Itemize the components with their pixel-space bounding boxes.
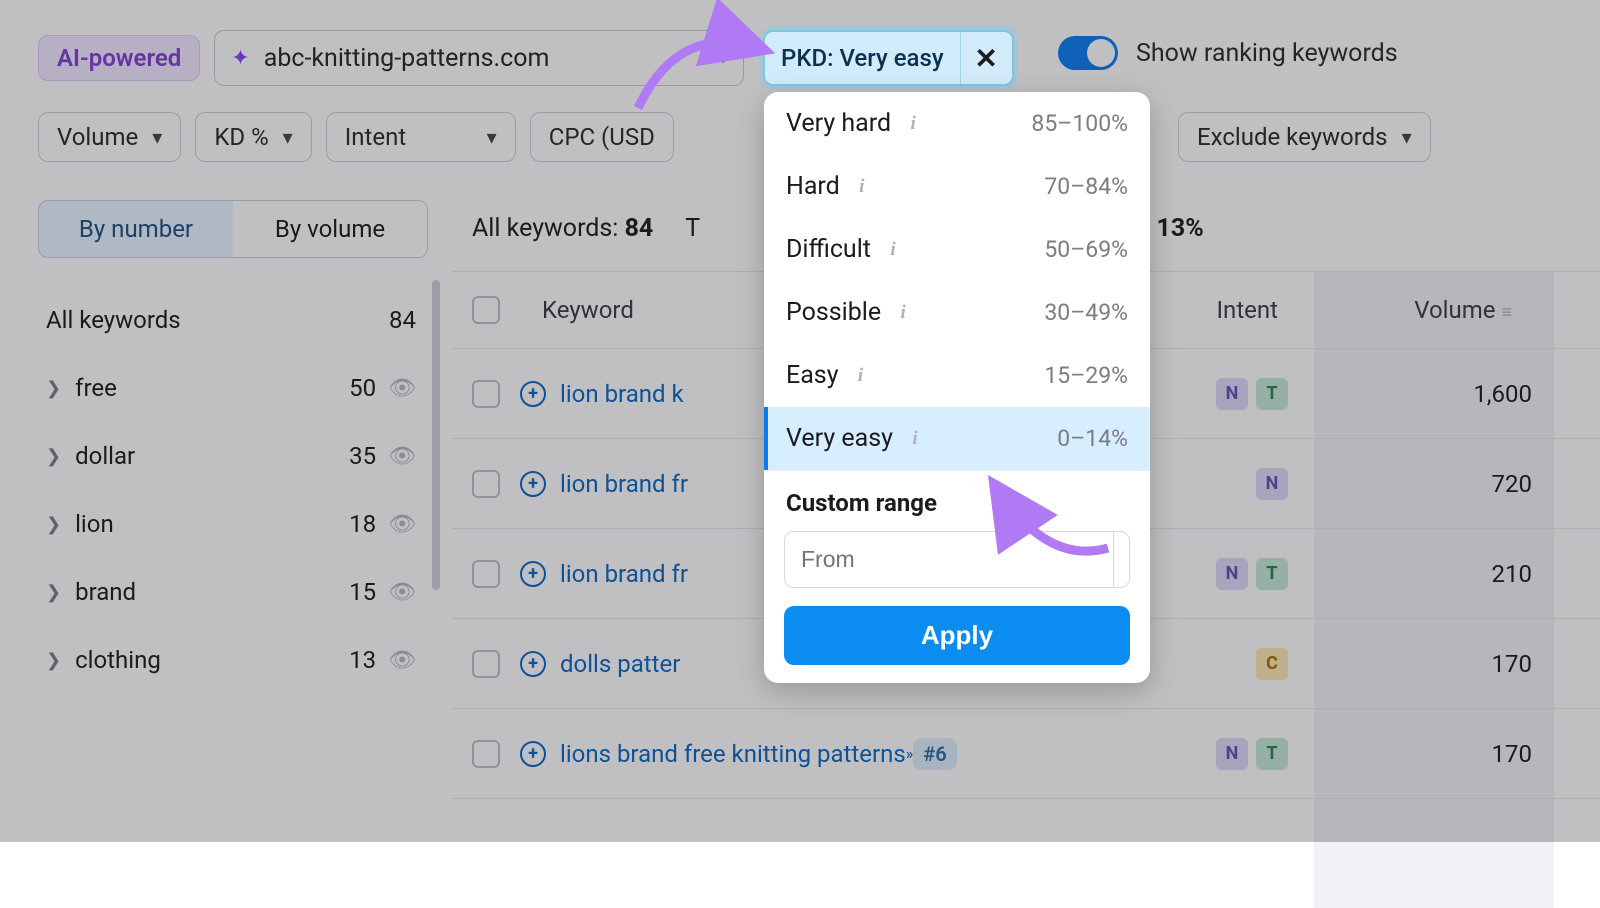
intent-badge: T xyxy=(1256,558,1288,590)
chevron-right-icon: ❯ xyxy=(46,446,61,467)
add-keyword-icon[interactable]: + xyxy=(520,561,546,587)
eye-icon[interactable]: 👁 xyxy=(388,512,416,537)
row-checkbox[interactable] xyxy=(472,560,500,588)
volume-value: 720 xyxy=(1492,470,1532,498)
sidebar-item[interactable]: ❯free50👁 xyxy=(38,354,428,422)
chevron-down-icon: ▾ xyxy=(283,125,293,149)
info-icon[interactable]: i xyxy=(893,303,913,323)
eye-icon[interactable]: 👁 xyxy=(388,444,416,469)
custom-range-label: Custom range xyxy=(764,470,1150,531)
intent-badge: C xyxy=(1256,648,1288,680)
segment-by-volume[interactable]: By volume xyxy=(233,201,427,257)
col-keyword[interactable]: Keyword xyxy=(542,296,634,324)
sidebar-item[interactable]: ❯clothing13👁 xyxy=(38,626,428,694)
filter-cpc[interactable]: CPC (USD xyxy=(530,112,674,162)
sidebar-item[interactable]: ❯dollar35👁 xyxy=(38,422,428,490)
add-keyword-icon[interactable]: + xyxy=(520,651,546,677)
pkd-option[interactable]: Very hardi85–100% xyxy=(764,92,1150,155)
filter-kd[interactable]: KD %▾ xyxy=(195,112,311,162)
info-icon[interactable]: i xyxy=(905,429,925,449)
volume-value: 210 xyxy=(1492,560,1532,588)
info-icon[interactable]: i xyxy=(883,240,903,260)
intent-badge: T xyxy=(1256,378,1288,410)
search-value: abc-knitting-patterns.com xyxy=(264,44,695,73)
pkd-option[interactable]: Easyi15–29% xyxy=(764,344,1150,407)
rank-chip: #6 xyxy=(913,738,956,770)
chevron-down-icon: ▾ xyxy=(1402,125,1412,149)
add-keyword-icon[interactable]: + xyxy=(520,471,546,497)
chevron-right-icon: ❯ xyxy=(46,378,61,399)
volume-value: 1,600 xyxy=(1473,380,1532,408)
add-keyword-icon[interactable]: + xyxy=(520,381,546,407)
select-all-checkbox[interactable] xyxy=(472,296,500,324)
col-intent[interactable]: Intent xyxy=(1217,296,1278,324)
row-checkbox[interactable] xyxy=(472,740,500,768)
clear-search-icon[interactable]: ✕ xyxy=(709,46,727,71)
ai-powered-badge: AI-powered xyxy=(38,35,200,81)
filter-exclude-keywords[interactable]: Exclude keywords▾ xyxy=(1178,112,1431,162)
apply-button[interactable]: Apply xyxy=(784,606,1130,665)
pkd-option[interactable]: Hardi70–84% xyxy=(764,155,1150,218)
intent-badge: N xyxy=(1256,468,1288,500)
table-row: + lions brand free knitting patterns » #… xyxy=(452,709,1600,799)
intent-badge: N xyxy=(1216,558,1248,590)
segment-by-number[interactable]: By number xyxy=(38,200,234,258)
sidebar: By number By volume All keywords 84 ❯fre… xyxy=(38,200,428,694)
row-checkbox[interactable] xyxy=(472,470,500,498)
filter-volume[interactable]: Volume▾ xyxy=(38,112,181,162)
row-checkbox[interactable] xyxy=(472,380,500,408)
volume-value: 170 xyxy=(1492,740,1532,768)
pkd-filter-chip[interactable]: PKD: Very easy ✕ xyxy=(763,30,1014,86)
intent-badge: N xyxy=(1216,378,1248,410)
chevron-down-icon: ▾ xyxy=(152,125,162,149)
scrollbar[interactable] xyxy=(432,280,440,590)
keyword-link[interactable]: lion brand fr xyxy=(560,470,688,498)
sparkle-icon: ✦ xyxy=(231,46,249,71)
chevron-right-icon: ❯ xyxy=(46,582,61,603)
pkd-option[interactable]: Difficulti50–69% xyxy=(764,218,1150,281)
info-icon[interactable]: i xyxy=(903,114,923,134)
domain-search-input[interactable]: ✦ abc-knitting-patterns.com ✕ xyxy=(214,30,744,86)
pkd-dropdown: Very hardi85–100%Hardi70–84%Difficulti50… xyxy=(764,92,1150,683)
intent-badge: N xyxy=(1216,738,1248,770)
col-volume[interactable]: Volume≡ xyxy=(1414,296,1512,324)
toggle-label: Show ranking keywords xyxy=(1136,39,1398,68)
info-icon[interactable]: i xyxy=(852,177,872,197)
sidebar-item[interactable]: ❯lion18👁 xyxy=(38,490,428,558)
sidebar-all-keywords[interactable]: All keywords 84 xyxy=(38,286,428,354)
chevron-down-icon: ▾ xyxy=(487,125,497,149)
show-ranking-toggle[interactable] xyxy=(1058,36,1118,70)
add-keyword-icon[interactable]: + xyxy=(520,741,546,767)
keyword-link[interactable]: dolls patter xyxy=(560,650,680,678)
intent-badge: T xyxy=(1256,738,1288,770)
sort-icon[interactable]: ≡ xyxy=(1501,302,1512,323)
info-icon[interactable]: i xyxy=(851,366,871,386)
keyword-link[interactable]: lion brand k xyxy=(560,380,684,408)
pkd-option[interactable]: Very easyi0–14% xyxy=(764,407,1150,470)
close-icon[interactable]: ✕ xyxy=(960,32,1012,84)
keyword-link[interactable]: lions brand free knitting patterns xyxy=(560,740,906,768)
chevron-right-icon: ❯ xyxy=(46,650,61,671)
eye-icon[interactable]: 👁 xyxy=(388,648,416,673)
row-checkbox[interactable] xyxy=(472,650,500,678)
range-from-input[interactable] xyxy=(785,532,1114,587)
volume-value: 170 xyxy=(1492,650,1532,678)
filter-intent[interactable]: Intent▾ xyxy=(326,112,516,162)
chevron-right-icon: ❯ xyxy=(46,514,61,535)
sidebar-item[interactable]: ❯brand15👁 xyxy=(38,558,428,626)
eye-icon[interactable]: 👁 xyxy=(388,580,416,605)
eye-icon[interactable]: 👁 xyxy=(388,376,416,401)
range-to-input[interactable] xyxy=(1114,532,1130,587)
pkd-option[interactable]: Possiblei30–49% xyxy=(764,281,1150,344)
keyword-link[interactable]: lion brand fr xyxy=(560,560,688,588)
